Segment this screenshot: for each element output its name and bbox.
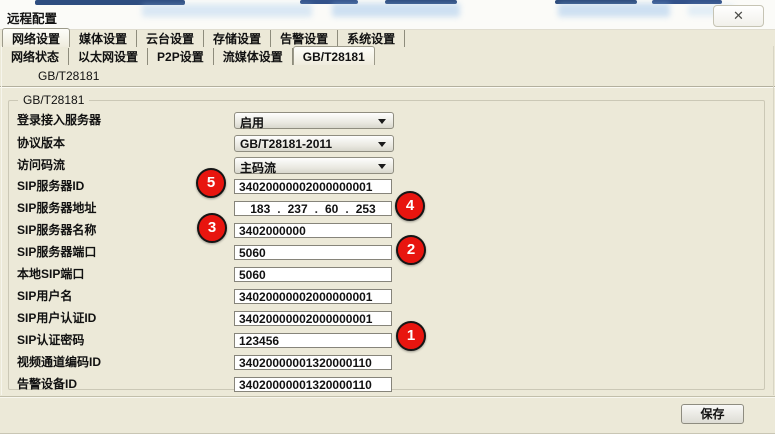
callout-badge-2: 2 [396,235,426,265]
login-access-server-label: 登录接入服务器 [17,113,101,128]
subtab-gbt28181[interactable]: GB/T28181 [38,69,99,83]
tab-network-status[interactable]: 网络状态 [2,48,69,65]
login-access-server-select[interactable]: 启用 [234,112,394,129]
alarm-device-id-label: 告警设备ID [17,377,77,392]
sip-server-address-label: SIP服务器地址 [17,201,96,216]
sip-server-address-input[interactable]: 183.237.60.253 [234,201,392,216]
tab-system-settings[interactable]: 系统设置 [338,30,405,47]
page-edge-left [1,46,2,395]
sip-server-port-input[interactable] [234,245,392,260]
sip-server-name-input[interactable] [234,223,392,238]
chevron-down-icon [378,119,386,124]
title-bar: 远程配置 ✕ [0,0,775,30]
page-edge-right [773,46,774,395]
callout-badge-4: 4 [395,191,425,221]
sip-user-auth-id-input[interactable] [234,311,392,326]
video-channel-id-input[interactable] [234,355,392,370]
sip-server-name-label: SIP服务器名称 [17,223,96,238]
window-title: 远程配置 [7,8,57,27]
sip-auth-password-input[interactable] [234,333,392,348]
tab-alarm-settings[interactable]: 告警设置 [271,30,338,47]
tab-gbt28181[interactable]: GB/T28181 [293,46,375,65]
footer-divider [0,396,775,398]
save-button[interactable]: 保存 [681,404,744,424]
local-sip-port-label: 本地SIP端口 [17,267,84,282]
tab-p2p-settings[interactable]: P2P设置 [148,48,214,65]
groupbox-legend: GB/T28181 [18,93,89,107]
chevron-down-icon [378,142,386,147]
sip-user-auth-id-label: SIP用户认证ID [17,311,96,326]
tab-ethernet-settings[interactable]: 以太网设置 [69,48,148,65]
sip-server-id-label: SIP服务器ID [17,179,84,194]
close-button[interactable]: ✕ [713,5,764,27]
access-stream-select[interactable]: 主码流 [234,157,394,174]
close-icon: ✕ [733,8,744,23]
access-stream-label: 访问码流 [17,158,65,173]
background-artifact [332,3,460,17]
local-sip-port-input[interactable] [234,267,392,282]
sip-username-label: SIP用户名 [17,289,72,304]
sip-username-input[interactable] [234,289,392,304]
callout-badge-5: 5 [196,168,226,198]
tab-ptz-settings[interactable]: 云台设置 [137,30,204,47]
sip-server-id-input[interactable] [234,179,392,194]
section-divider [0,86,775,88]
tab-media-settings[interactable]: 媒体设置 [70,30,137,47]
protocol-version-label: 协议版本 [17,136,65,151]
chevron-down-icon [378,164,386,169]
tab-stream-media-settings[interactable]: 流媒体设置 [214,48,293,65]
tab-strip-level2: 网络状态 以太网设置 P2P设置 流媒体设置 GB/T28181 [2,47,375,65]
tab-strip-level1: 网络设置 媒体设置 云台设置 存储设置 告警设置 系统设置 [2,29,405,47]
video-channel-id-label: 视频通道编码ID [17,355,101,370]
protocol-version-select[interactable]: GB/T28181-2011 [234,135,394,152]
sip-auth-password-label: SIP认证密码 [17,333,84,348]
callout-badge-1: 1 [396,321,426,351]
background-artifact [142,4,312,17]
alarm-device-id-input[interactable] [234,377,392,392]
background-artifact [558,3,670,17]
tab-network-settings[interactable]: 网络设置 [2,28,70,47]
callout-badge-3: 3 [197,213,227,243]
remote-config-dialog: 远程配置 ✕ 网络设置 媒体设置 云台设置 存储设置 告警设置 系统设置 网络状… [0,0,775,434]
tab-storage-settings[interactable]: 存储设置 [204,30,271,47]
sip-server-port-label: SIP服务器端口 [17,245,96,260]
